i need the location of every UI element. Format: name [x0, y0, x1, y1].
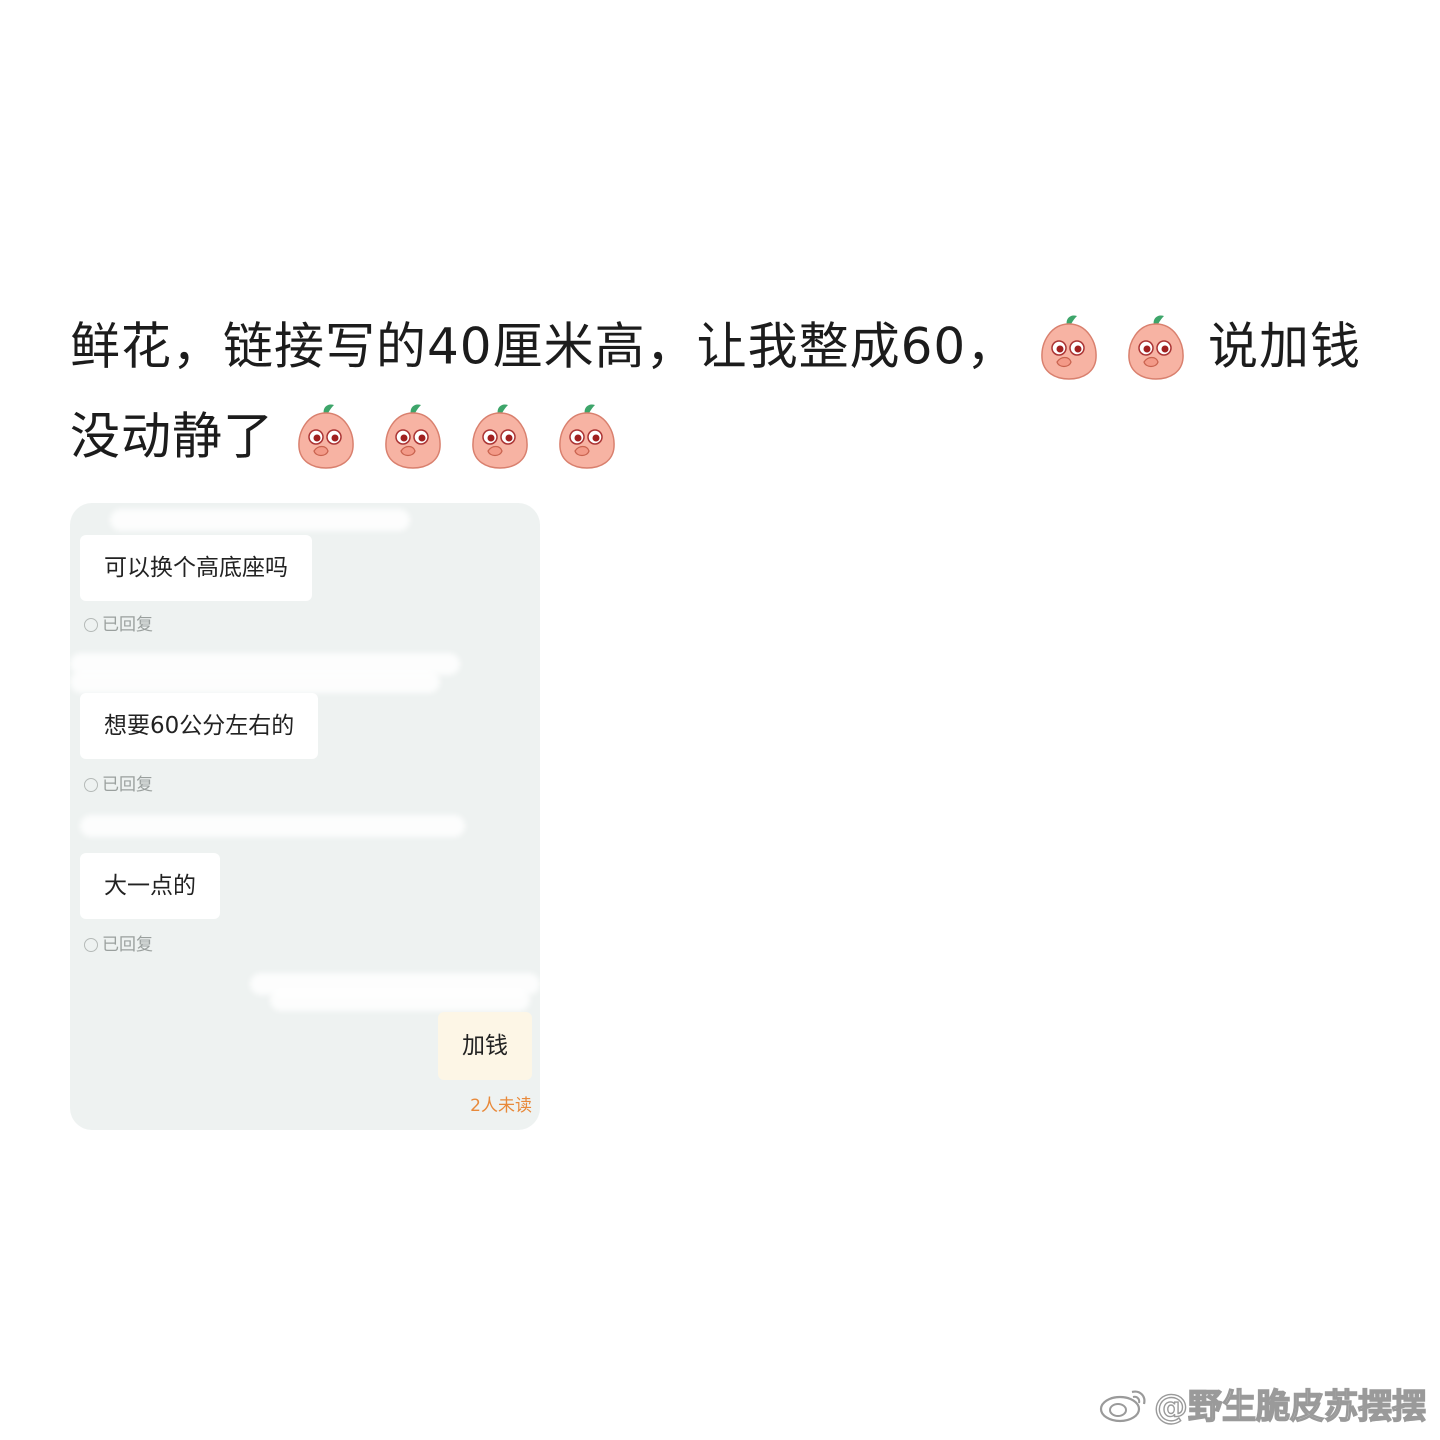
incoming-message-bubble: 可以换个高底座吗	[80, 535, 312, 601]
peach-cover-mouth-icon	[555, 401, 619, 471]
peach-cover-mouth-icon	[468, 401, 532, 471]
incoming-message-bubble: 大一点的	[80, 853, 220, 919]
redaction-smear	[270, 989, 530, 1011]
weibo-logo-icon	[1098, 1384, 1150, 1424]
peach-cover-mouth-icon	[381, 401, 445, 471]
watermark-handle: @野生脆皮苏摆摆	[1153, 1386, 1426, 1427]
outgoing-message-bubble: 加钱	[438, 1012, 532, 1080]
chat-screenshot: 可以换个高底座吗 已回复 想要60公分左右的 已回复 大一点的 已回复 加钱 2…	[70, 503, 540, 1130]
check-circle-icon	[84, 618, 98, 632]
incoming-message-bubble: 想要60公分左右的	[80, 693, 319, 759]
redaction-smear	[80, 815, 465, 837]
check-circle-icon	[84, 938, 98, 952]
peach-cover-mouth-icon	[294, 401, 358, 471]
peach-cover-mouth-icon	[1124, 312, 1188, 382]
post-caption: 鲜花，链接写的40厘米高，让我整成60， 说加钱没动静了	[70, 300, 1390, 479]
caption-text-1: 鲜花，链接写的40厘米高，让我整成60，	[70, 317, 1018, 376]
message-status: 已回复	[84, 614, 153, 636]
message-status-label: 已回复	[102, 935, 153, 955]
message-status: 已回复	[84, 774, 153, 796]
weibo-watermark: @野生脆皮苏摆摆	[1098, 1379, 1427, 1428]
message-status: 已回复	[84, 934, 153, 956]
message-status-label: 已回复	[102, 775, 153, 795]
redaction-smear	[110, 509, 410, 531]
unread-status: 2人未读	[470, 1096, 532, 1116]
check-circle-icon	[84, 778, 98, 792]
message-status-label: 已回复	[102, 615, 153, 635]
redaction-smear	[70, 671, 440, 693]
peach-cover-mouth-icon	[1037, 312, 1101, 382]
